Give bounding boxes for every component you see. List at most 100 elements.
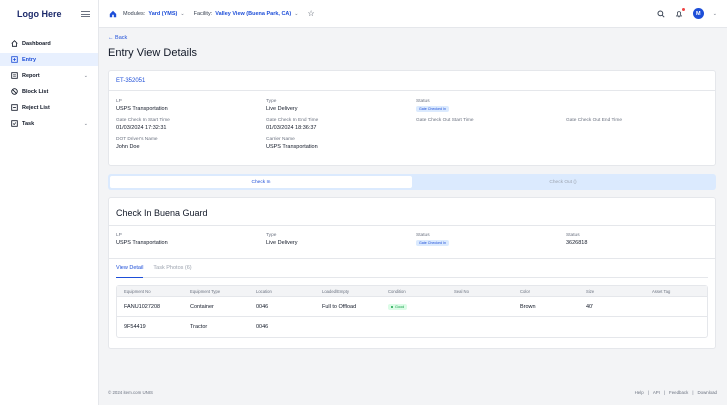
home-icon xyxy=(10,40,18,48)
column-header: Condition xyxy=(388,288,406,294)
field-value: Live Delivery xyxy=(266,106,298,112)
field-gate-in-start: Gate Check In Start Time 01/03/2024 17:32… xyxy=(116,118,266,132)
menu-toggle-icon[interactable] xyxy=(81,11,90,17)
sidebar-item-label: Dashboard xyxy=(22,40,51,47)
field-driver-name: DOT Driver's Name John Doe xyxy=(116,137,266,151)
footer-separator: | xyxy=(663,390,666,395)
modules-label: Modules: xyxy=(123,10,146,17)
footer-links: Help | API | Feedback | Download xyxy=(635,390,717,395)
field-label xyxy=(566,99,716,106)
footer-separator: | xyxy=(647,390,649,395)
field-value xyxy=(566,106,716,113)
home-icon[interactable] xyxy=(109,10,117,18)
table-header-row: Equipment No Equipment Type Location Loa… xyxy=(117,286,707,297)
notification-icon[interactable] xyxy=(675,8,685,18)
field-label: LP xyxy=(116,233,122,238)
cell-equipment-no: 9F54419 xyxy=(124,324,146,330)
facility-value[interactable]: Valley View (Buena Park, CA) xyxy=(215,11,291,17)
tab-check-out[interactable]: Check Out () xyxy=(412,176,714,188)
footer-link-api[interactable]: API xyxy=(653,390,660,395)
footer-link-help[interactable]: Help xyxy=(635,390,644,395)
cell-equipment-no: FANU1027208 xyxy=(124,303,161,310)
status-badge: Gate Checked In xyxy=(416,240,449,246)
footer: © 2024 item.com UNIS Help | API | Feedba… xyxy=(108,390,717,395)
field-value: John Doe xyxy=(116,144,140,150)
tab-task-photos[interactable]: Task Photos (6) xyxy=(153,259,191,278)
field-carrier-name: Carrier Name USPS Transportation xyxy=(266,137,416,151)
field-status: Status Gate Checked In xyxy=(416,99,566,113)
search-icon[interactable] xyxy=(657,9,666,18)
tab-check-in[interactable]: Check In xyxy=(110,176,412,188)
column-header: Size xyxy=(586,288,595,294)
column-header: Loaded/Empty xyxy=(322,288,350,294)
logo-row: Logo Here xyxy=(0,0,98,28)
task-icon xyxy=(10,120,18,128)
sidebar-item-task[interactable]: Task ⌄ xyxy=(0,117,98,130)
chevron-down-icon[interactable]: ⌄ xyxy=(84,73,88,79)
sidebar-item-label: Block List xyxy=(22,88,49,95)
field-type: Type Live Delivery xyxy=(266,99,416,113)
sidebar-item-report[interactable]: Report ⌄ xyxy=(0,69,98,82)
modules-value[interactable]: Yard (YMS) xyxy=(148,11,177,17)
sidebar-nav: Dashboard Entry Report ⌄ Block List Reje… xyxy=(0,37,98,130)
field-value: USPS Transportation xyxy=(116,106,168,112)
field-label: Gate Check In End Time xyxy=(266,118,319,123)
report-icon xyxy=(10,72,18,80)
status-dot xyxy=(391,305,393,308)
field-value: 01/03/2024 18:36:37 xyxy=(266,125,317,131)
table-row[interactable]: FANU1027208 Container 0046 Full to Offlo… xyxy=(117,297,707,317)
field-type: Type Live Delivery xyxy=(266,233,416,247)
field-label: Status xyxy=(416,99,430,104)
equipment-detail-card: View Detail Task Photos (6) Equipment No… xyxy=(108,259,716,349)
field-status-number: Status 3626818 xyxy=(566,233,716,247)
cell-location: 0046 xyxy=(256,303,269,310)
column-header: Color xyxy=(520,288,531,294)
cell-loaded-empty: Full to Offload xyxy=(322,303,357,310)
back-link[interactable]: ← Back xyxy=(108,35,716,43)
footer-link-download[interactable]: Download xyxy=(697,390,717,395)
field-value: 01/03/2024 17:32:31 xyxy=(116,125,167,131)
field-label: Type xyxy=(266,99,277,104)
star-icon[interactable]: ☆ xyxy=(307,9,314,18)
entry-id[interactable]: ET-352051 xyxy=(109,71,715,91)
field-label: Type xyxy=(266,233,277,238)
sidebar-item-label: Task xyxy=(22,120,35,127)
field-lp: LP USPS Transportation xyxy=(116,233,266,247)
chevron-down-icon[interactable]: ⌄ xyxy=(84,121,88,127)
footer-link-feedback[interactable]: Feedback xyxy=(669,390,688,395)
field-label: Gate Check Out Start Time xyxy=(416,118,474,123)
field-label: Gate Check In Start Time xyxy=(116,118,170,123)
chevron-down-icon[interactable]: ⌄ xyxy=(294,11,298,17)
field-gate-out-start: Gate Check Out Start Time xyxy=(416,118,566,132)
sidebar-item-dashboard[interactable]: Dashboard xyxy=(0,37,98,50)
column-header: Seal No xyxy=(454,288,469,294)
tab-view-detail[interactable]: View Detail xyxy=(116,259,144,278)
top-bar: Modules: Yard (YMS) ⌄ Facility: Valley V… xyxy=(99,0,727,28)
cell-color: Brown xyxy=(520,303,536,310)
sidebar-item-block-list[interactable]: Block List xyxy=(0,85,98,98)
field-gate-out-end: Gate Check Out End Time xyxy=(566,118,716,132)
copyright: © 2024 item.com UNIS xyxy=(108,390,153,395)
field-status: Status Gate Checked In xyxy=(416,233,566,247)
detail-tabs: View Detail Task Photos (6) xyxy=(116,259,708,278)
chevron-down-icon[interactable]: ⌄ xyxy=(180,11,184,17)
sidebar-item-reject-list[interactable]: Reject List xyxy=(0,101,98,114)
cell-equipment-type: Tractor xyxy=(190,324,208,330)
column-header: Asset Tag xyxy=(652,288,671,294)
entry-summary-card: ET-352051 LP USPS Transportation Type Live… xyxy=(108,70,716,166)
avatar[interactable]: M xyxy=(692,8,704,19)
chevron-down-icon[interactable]: ⌄ xyxy=(713,11,717,17)
check-in-title: Check In Buena Guard xyxy=(116,208,208,218)
notification-badge xyxy=(681,8,685,11)
check-in-fields: LP USPS Transportation Type Live Delivery … xyxy=(109,226,715,247)
field-value xyxy=(416,125,566,132)
field-lp: LP USPS Transportation xyxy=(116,99,266,113)
sidebar-item-entry[interactable]: Entry xyxy=(0,53,98,66)
logo: Logo Here xyxy=(17,9,62,19)
field-value: USPS Transportation xyxy=(266,144,318,150)
equipment-table: Equipment No Equipment Type Location Loa… xyxy=(116,285,708,338)
field-label: LP xyxy=(116,99,122,104)
main-content: ← Back Entry View Details ET-352051 LP US… xyxy=(108,28,716,349)
table-row[interactable]: 9F54419 Tractor 0046 xyxy=(117,317,707,337)
sidebar-item-label: Reject List xyxy=(22,104,50,111)
